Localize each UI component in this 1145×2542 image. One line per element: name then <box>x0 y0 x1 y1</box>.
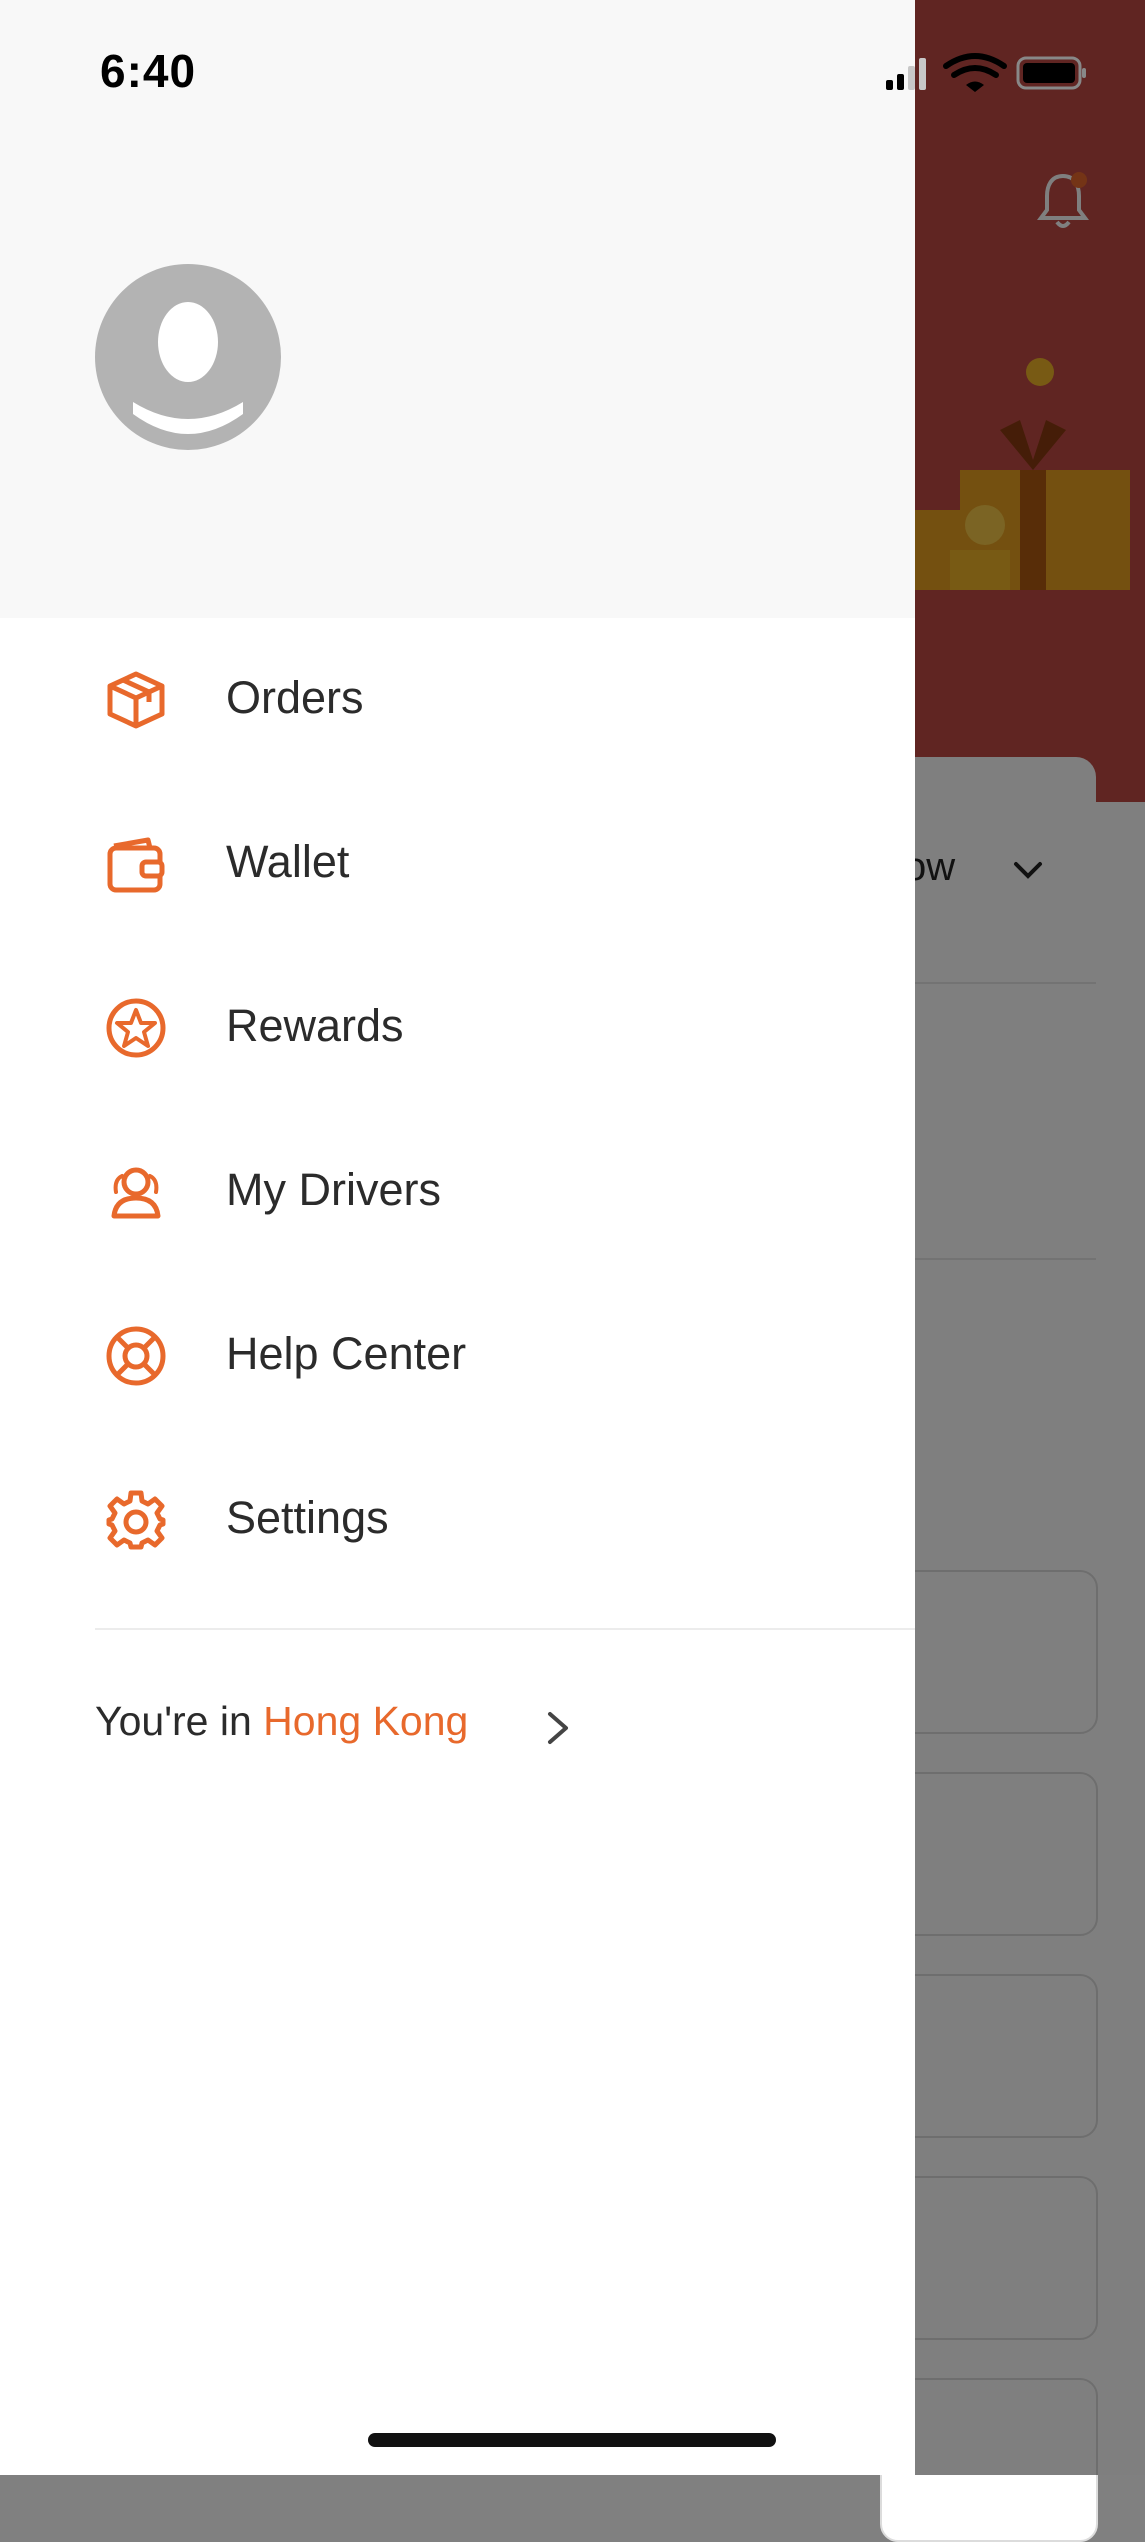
menu-item-help-center[interactable]: Help Center <box>0 1274 915 1438</box>
menu-item-rewards[interactable]: Rewards <box>0 946 915 1110</box>
battery-icon <box>1016 56 1086 90</box>
menu-item-label: Rewards <box>226 1000 404 1051</box>
signal-icon <box>886 58 926 90</box>
menu-item-label: Help Center <box>226 1328 467 1379</box>
menu-item-wallet[interactable]: Wallet <box>0 782 915 946</box>
wifi-icon <box>943 53 1007 92</box>
box-icon <box>107 671 165 729</box>
chevron-right-icon[interactable] <box>540 1708 576 1748</box>
menu-item-label: Wallet <box>226 836 350 887</box>
star-badge-icon <box>106 998 166 1058</box>
home-indicator[interactable] <box>368 2433 776 2447</box>
gear-icon <box>106 1490 166 1550</box>
menu-item-label: My Drivers <box>226 1164 441 1215</box>
menu-item-label: Orders <box>226 672 364 723</box>
menu-item-orders[interactable]: Orders <box>0 618 915 782</box>
drivers-icon <box>111 1167 161 1219</box>
navigation-drawer: Orders Wallet Rewards My Drivers Help Ce… <box>0 0 915 2475</box>
wallet-icon <box>107 837 165 893</box>
lifebuoy-icon <box>106 1326 166 1386</box>
location-prefix: You're in <box>95 1698 264 1744</box>
location-city: Hong Kong <box>263 1698 469 1744</box>
menu-item-my-drivers[interactable]: My Drivers <box>0 1110 915 1274</box>
avatar[interactable] <box>95 264 281 450</box>
menu-item-label: Settings <box>226 1492 389 1543</box>
status-time: 6:40 <box>100 45 197 97</box>
menu-divider <box>95 1628 915 1630</box>
location-selector[interactable]: You're in Hong Kong <box>95 1698 468 1745</box>
user-icon <box>133 302 243 434</box>
status-icons <box>886 53 1086 92</box>
menu-item-settings[interactable]: Settings <box>0 1438 915 1602</box>
